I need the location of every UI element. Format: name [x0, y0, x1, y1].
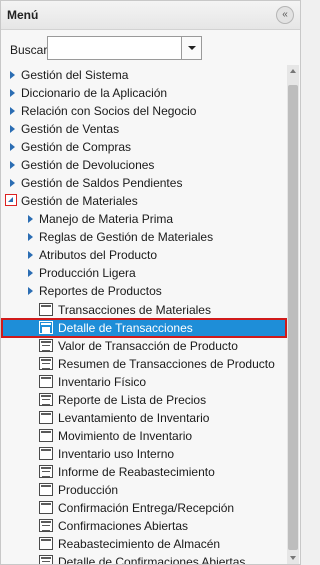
collapsed-arrow-icon[interactable]: [10, 125, 15, 133]
tree-item-label: Producción: [58, 483, 119, 497]
collapsed-arrow-icon[interactable]: [10, 179, 15, 187]
tree-window-transacciones-materiales[interactable]: Transacciones de Materiales: [1, 301, 287, 319]
window-icon: [39, 447, 53, 460]
report-icon: [39, 357, 53, 370]
tree-item-label: Levantamiento de Inventario: [58, 411, 210, 425]
tree-item-saldos-pendientes[interactable]: Gestión de Saldos Pendientes: [1, 174, 287, 192]
tree-window-produccion[interactable]: Producción: [1, 481, 287, 499]
tree-window-uso-interno[interactable]: Inventario uso Interno: [1, 445, 287, 463]
menu-title: Menú: [7, 8, 39, 22]
tree-item-label: Reporte de Lista de Precios: [58, 393, 207, 407]
tree-item-label: Relación con Socios del Negocio: [21, 104, 197, 118]
tree-item-label: Diccionario de la Aplicación: [21, 86, 168, 100]
window-icon: [39, 411, 53, 424]
tree-item-label: Inventario uso Interno: [58, 447, 175, 461]
collapsed-arrow-icon[interactable]: [28, 251, 33, 259]
tree-item-label: Gestión de Saldos Pendientes: [21, 176, 183, 190]
scroll-down-icon[interactable]: [287, 552, 299, 564]
chevron-down-icon[interactable]: [181, 37, 201, 59]
window-icon: [39, 501, 53, 514]
window-icon: [39, 429, 53, 442]
search-input[interactable]: [48, 37, 182, 59]
tree-item-socios-negocio[interactable]: Relación con Socios del Negocio: [1, 102, 287, 120]
tree-window-movimiento[interactable]: Movimiento de Inventario: [1, 427, 287, 445]
tree-item-label: Gestión del Sistema: [21, 68, 129, 82]
report-icon: [39, 465, 53, 478]
collapsed-arrow-icon[interactable]: [28, 269, 33, 277]
tree-window-levantamiento[interactable]: Levantamiento de Inventario: [1, 409, 287, 427]
collapsed-arrow-icon[interactable]: [28, 215, 33, 223]
tree-item-label: Reabastecimiento de Almacén: [58, 537, 221, 551]
tree-item-label: Movimiento de Inventario: [58, 429, 193, 443]
collapsed-arrow-icon[interactable]: [10, 71, 15, 79]
menu-tree: Gestión del Sistema Diccionario de la Ap…: [1, 65, 287, 564]
tree-window-resumen-transacciones[interactable]: Resumen de Transacciones de Producto: [1, 355, 287, 373]
menu-panel: Menú « Buscar: Gestión del Sistema Dicci…: [0, 0, 301, 565]
tree-window-confirmacion-entrega[interactable]: Confirmación Entrega/Recepción: [1, 499, 287, 517]
tree-folder-reportes-productos[interactable]: Reportes de Productos: [1, 282, 287, 300]
window-icon: [39, 375, 53, 388]
tree-item-label: Gestión de Ventas: [21, 122, 120, 136]
process-icon: [39, 537, 53, 550]
collapsed-arrow-icon[interactable]: [28, 233, 33, 241]
tree-item-label: Producción Ligera: [39, 266, 136, 280]
tree-item-label: Informe de Reabastecimiento: [58, 465, 215, 479]
tree-item-gestion-del-sistema[interactable]: Gestión del Sistema: [1, 66, 287, 84]
tree-item-label: Detalle de Confirmaciones Abiertas: [58, 555, 246, 564]
tree-item-gestion-ventas[interactable]: Gestión de Ventas: [1, 120, 287, 138]
tree-window-valor-transaccion[interactable]: Valor de Transacción de Producto: [1, 337, 287, 355]
collapsed-arrow-icon[interactable]: [10, 89, 15, 97]
tree-item-label: Manejo de Materia Prima: [39, 212, 174, 226]
tree-item-label: Valor de Transacción de Producto: [58, 339, 238, 353]
tree-item-label: Reportes de Productos: [39, 284, 162, 298]
tree-folder-materia-prima[interactable]: Manejo de Materia Prima: [1, 210, 287, 228]
tree-window-inventario-fisico[interactable]: Inventario Físico: [1, 373, 287, 391]
tree-item-diccionario[interactable]: Diccionario de la Aplicación: [1, 84, 287, 102]
scroll-up-icon[interactable]: [287, 65, 299, 77]
tree-folder-atributos[interactable]: Atributos del Producto: [1, 246, 287, 264]
vertical-scrollbar[interactable]: [287, 65, 299, 564]
report-icon: [39, 519, 53, 532]
tree-item-label: Detalle de Transacciones: [58, 321, 193, 335]
tree-item-gestion-compras[interactable]: Gestión de Compras: [1, 138, 287, 156]
tree-item-label: Inventario Físico: [58, 375, 147, 389]
report-icon: [39, 321, 53, 334]
tree-window-lista-precios[interactable]: Reporte de Lista de Precios: [1, 391, 287, 409]
tree-item-label: Resumen de Transacciones de Producto: [58, 357, 275, 371]
search-label: Buscar:: [10, 43, 51, 57]
tree-window-reabastecimiento-informe[interactable]: Informe de Reabastecimiento: [1, 463, 287, 481]
tree-item-label: Gestión de Devoluciones: [21, 158, 155, 172]
window-icon: [39, 483, 53, 496]
tree-folder-reglas[interactable]: Reglas de Gestión de Materiales: [1, 228, 287, 246]
tree-folder-produccion-ligera[interactable]: Producción Ligera: [1, 264, 287, 282]
tree-window-reabastecimiento-almacen[interactable]: Reabastecimiento de Almacén: [1, 535, 287, 553]
scroll-thumb[interactable]: [288, 85, 298, 550]
expanded-arrow-icon[interactable]: [5, 194, 17, 206]
search-combobox[interactable]: [47, 36, 202, 60]
tree-window-confirmaciones-abiertas[interactable]: Confirmaciones Abiertas: [1, 517, 287, 535]
tree-item-label: Confirmación Entrega/Recepción: [58, 501, 235, 515]
tree-item-label: Atributos del Producto: [39, 248, 158, 262]
tree-item-label: Confirmaciones Abiertas: [58, 519, 189, 533]
tree-item-gestion-devoluciones[interactable]: Gestión de Devoluciones: [1, 156, 287, 174]
tree-item-label: Gestión de Materiales: [21, 194, 138, 208]
collapsed-arrow-icon[interactable]: [10, 107, 15, 115]
collapsed-arrow-icon[interactable]: [28, 287, 33, 295]
tree-window-detalle-transacciones[interactable]: Detalle de Transacciones: [1, 318, 287, 338]
tree-item-gestion-materiales[interactable]: Gestión de Materiales: [1, 192, 287, 210]
report-icon: [39, 393, 53, 406]
menu-header: Menú «: [1, 1, 300, 30]
collapsed-arrow-icon[interactable]: [10, 143, 15, 151]
window-icon: [39, 303, 53, 316]
tree-item-label: Transacciones de Materiales: [58, 303, 211, 317]
report-icon: [39, 339, 53, 352]
report-icon: [39, 555, 53, 564]
tree-item-label: Reglas de Gestión de Materiales: [39, 230, 214, 244]
tree-item-label: Gestión de Compras: [21, 140, 132, 154]
collapsed-arrow-icon[interactable]: [10, 161, 15, 169]
collapse-icon[interactable]: «: [276, 6, 294, 24]
tree-window-detalle-confirmaciones[interactable]: Detalle de Confirmaciones Abiertas: [1, 553, 287, 564]
